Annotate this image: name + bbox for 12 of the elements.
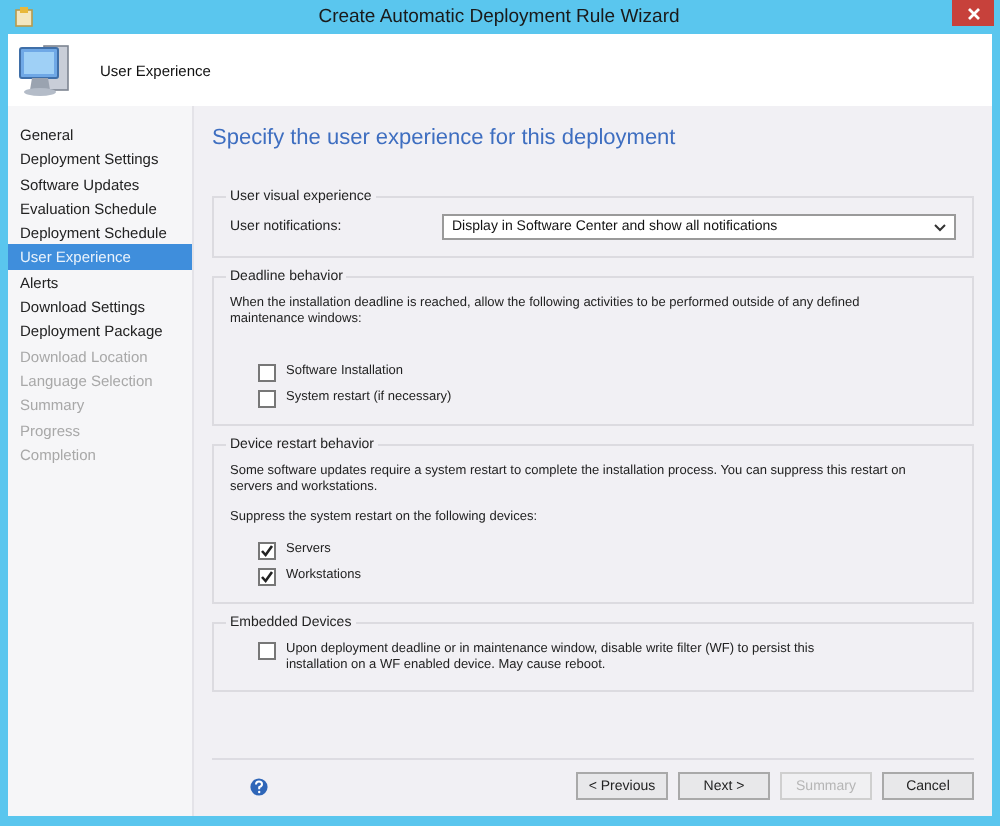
checkbox[interactable] — [258, 568, 276, 586]
close-button[interactable] — [952, 0, 994, 26]
window-title: Create Automatic Deployment Rule Wizard — [316, 6, 682, 28]
checkbox[interactable] — [258, 364, 276, 382]
help-icon[interactable] — [250, 777, 268, 795]
checkbox[interactable] — [258, 642, 276, 660]
checkbox[interactable] — [258, 390, 276, 408]
app-icon — [14, 6, 34, 28]
checkbox[interactable] — [258, 542, 276, 560]
close-icon — [967, 7, 979, 19]
chevron-down-icon — [934, 223, 946, 231]
page-title: Specify the user experience for this deployment — [212, 126, 678, 150]
